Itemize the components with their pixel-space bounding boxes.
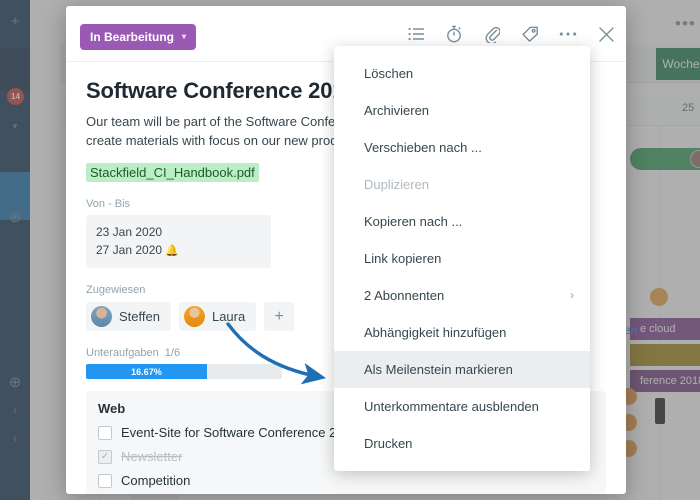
date-range-field[interactable]: 23 Jan 2020 27 Jan 2020 🔔	[86, 214, 271, 269]
assignee-name: Laura	[211, 309, 246, 325]
menu-item-archivieren[interactable]: Archivieren	[334, 92, 590, 129]
menu-item-kopieren-nach[interactable]: Kopieren nach ...	[334, 203, 590, 240]
subtasks-label: Unteraufgaben	[86, 347, 159, 360]
menu-item-als-meilenstein-markieren[interactable]: Als Meilenstein markieren	[334, 351, 590, 388]
date-from: 23 Jan 2020	[96, 224, 163, 239]
avatar	[183, 306, 205, 328]
subtask-label: Event-Site for Software Conference 2017	[121, 425, 359, 441]
status-badge[interactable]: In Bearbeitung ▾	[80, 24, 197, 50]
subtask-checkbox[interactable]	[98, 473, 112, 488]
menu-item-loeschen[interactable]: Löschen	[334, 55, 590, 92]
subtask-checkbox[interactable]	[98, 425, 112, 440]
menu-item-link-kopieren[interactable]: Link kopieren	[334, 240, 590, 277]
app-root: Man ••• H Woche M 10 25 26 e cloud feren…	[0, 0, 700, 500]
menu-item-duplizieren: Duplizieren	[364, 177, 430, 192]
assignee-chip[interactable]: Steffen	[86, 302, 171, 332]
avatar	[91, 306, 112, 328]
subtask-label: Newsletter	[121, 449, 183, 465]
menu-item-abhaengigkeit-hinzufuegen[interactable]: Abhängigkeit hinzufügen	[334, 314, 590, 351]
close-icon[interactable]	[596, 24, 616, 44]
reminder-bell-icon: 🔔	[165, 245, 180, 258]
file-attachment-tag[interactable]: Stackfield_CI_Handbook.pdf	[86, 162, 259, 182]
menu-item-abonnenten[interactable]: 2 Abonnenten ›	[334, 277, 590, 314]
assignee-name: Steffen	[119, 309, 160, 325]
stopwatch-icon[interactable]	[444, 24, 464, 44]
subtasks-count: 1/6	[164, 347, 181, 360]
menu-item-drucken[interactable]: Drucken	[334, 425, 590, 462]
date-to: 27 Jan 2020	[96, 243, 163, 258]
context-menu: Löschen Archivieren Verschieben nach ...…	[334, 46, 590, 471]
status-badge-label: In Bearbeitung	[90, 30, 175, 44]
chevron-right-icon: ›	[570, 288, 574, 302]
subtask-item[interactable]: Competition	[98, 473, 594, 488]
subtasks-progress-bar: 16.67%	[86, 364, 282, 380]
paperclip-icon[interactable]	[482, 24, 502, 44]
add-assignee-button[interactable]: +	[264, 302, 295, 332]
menu-item-unterkommentare-ausblenden[interactable]: Unterkommentare ausblenden	[334, 388, 590, 425]
ellipsis-icon[interactable]	[558, 24, 578, 44]
subtask-checkbox-checked[interactable]: ✓	[98, 449, 112, 464]
menu-item-verschieben-nach[interactable]: Verschieben nach ...	[334, 129, 590, 166]
subtask-label: Competition	[121, 473, 191, 489]
menu-item-abonnenten-label: 2 Abonnenten	[364, 288, 445, 303]
subtasks-progress-fill: 16.67%	[86, 364, 207, 380]
tag-icon[interactable]	[520, 24, 540, 44]
checklist-icon[interactable]	[406, 24, 426, 44]
chevron-down-icon: ▾	[182, 32, 187, 41]
date-to-row: 27 Jan 2020 🔔	[96, 241, 261, 260]
assignee-chip[interactable]: Laura	[178, 302, 257, 332]
